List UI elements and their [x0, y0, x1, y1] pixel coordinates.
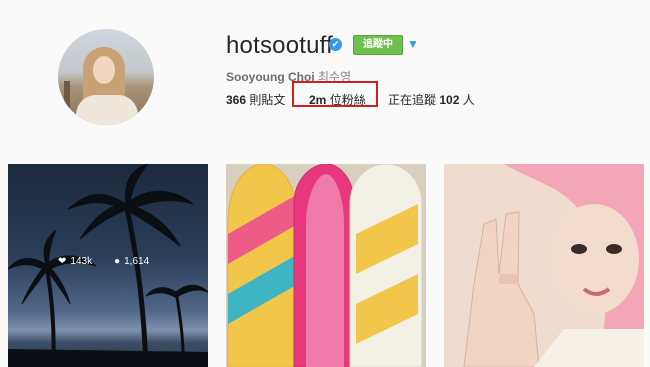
comment-bubble-icon: ● [114, 256, 121, 267]
post-thumbnail-palm-trees[interactable]: ❤ 143k ● 1,614 [8, 164, 208, 367]
dropdown-arrow-icon[interactable]: ▼ [407, 37, 419, 51]
following-suffix: 人 [462, 93, 475, 107]
avatar-background-post [64, 81, 70, 121]
followers-highlight-box [292, 81, 378, 107]
surfboards-illustration [226, 164, 426, 367]
post-thumbnail-selfie[interactable] [444, 164, 644, 367]
avatar-face [93, 56, 115, 84]
following-prefix: 正在追蹤 [388, 93, 437, 107]
posts-value: 366 [226, 93, 247, 107]
comments-stat: ● 1,614 [114, 256, 149, 267]
likes-count: 143k [70, 256, 93, 267]
avatar-body [76, 95, 138, 125]
profile-username: hotsootuff [226, 32, 333, 59]
following-value: 102 [439, 93, 460, 107]
following-link[interactable]: 正在追蹤 102 人 [388, 91, 475, 108]
heart-icon: ❤ [58, 256, 67, 267]
profile-avatar [58, 29, 154, 125]
following-button[interactable]: 追蹤中 [353, 35, 403, 55]
posts-label: 則貼文 [249, 93, 286, 107]
selfie-illustration [444, 164, 644, 367]
likes-stat: ❤ 143k [58, 256, 92, 267]
verified-badge-icon: ✔ [329, 38, 342, 51]
comments-count: 1,614 [124, 256, 150, 267]
post-thumbnail-surfboards[interactable] [226, 164, 426, 367]
post-hover-stats: ❤ 143k ● 1,614 [58, 256, 149, 267]
posts-count: 366 則貼文 [226, 91, 285, 108]
